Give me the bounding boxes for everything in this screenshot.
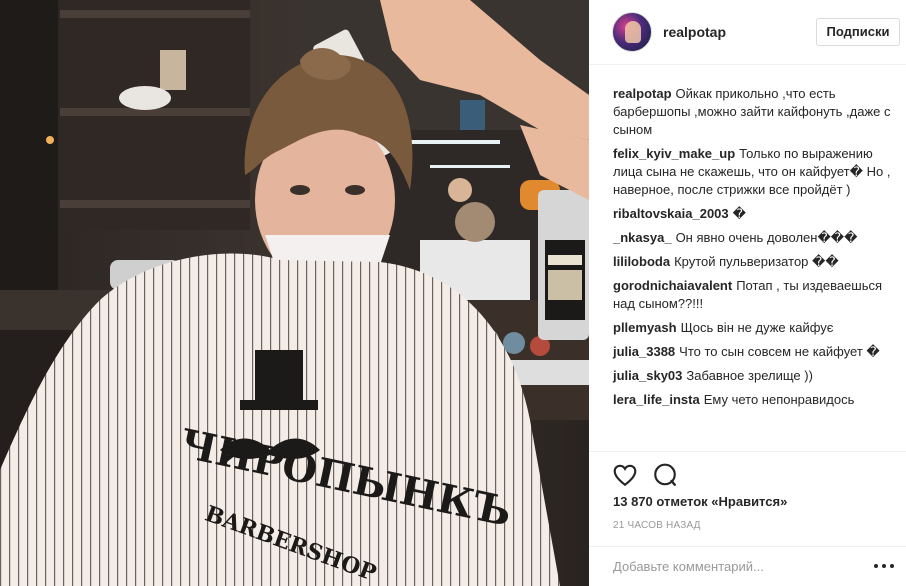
comment-item: _nkasya_ Он явно очень доволен��� [613,229,893,247]
post-side-panel: realpotap Подписки realpotap Ойкак прикол… [589,0,906,586]
comment-username[interactable]: julia_3388 [613,344,675,359]
comment-item: realpotap Ойкак прикольно ,что есть барбе… [613,85,893,139]
header-username[interactable]: realpotap [663,24,726,40]
comment-username[interactable]: julia_sky03 [613,368,682,383]
barbershop-photo-illustration: ЧИРОПЫНКЪ BARBERSHOP [0,0,589,586]
comment-item: gorodnichaiavalent Потап , ты издеваешься… [613,277,893,313]
comment-username[interactable]: _nkasya_ [613,230,672,245]
comment-bubble-icon[interactable] [652,462,678,488]
post-photo[interactable]: ЧИРОПЫНКЪ BARBERSHOP [0,0,589,586]
comment-item: felix_kyiv_make_up Только по выражению ли… [613,145,893,199]
following-button[interactable]: Подписки [816,18,900,46]
comment-username[interactable]: gorodnichaiavalent [613,278,732,293]
comment-username[interactable]: pllemyash [613,320,677,335]
avatar[interactable] [612,12,652,52]
comment-username[interactable]: realpotap [613,86,672,101]
comment-item: julia_3388 Что то сын совсем не кайфует � [613,343,893,361]
comment-text: Крутой пульверизатор �� [674,254,839,269]
comment-item: ribaltovskaia_2003 � [613,205,893,223]
comment-item: lililoboda Крутой пульверизатор �� [613,253,893,271]
post-header: realpotap Подписки [589,0,906,65]
comment-item: lera_life_insta Ему чето непонравидось [613,391,893,409]
comment-text: Он явно очень доволен��� [675,230,858,245]
comment-item: julia_sky03 Забавное зрелище )) [613,367,893,385]
heart-outline-icon[interactable] [612,462,638,488]
comment-text: Щось він не дуже кайфує [680,320,834,335]
post-timestamp[interactable]: 21 ЧАСОВ НАЗАД [613,520,701,531]
comment-text: Забавное зрелище )) [686,368,813,383]
add-comment-section [589,546,906,586]
post-actions [589,451,906,495]
comment-item: pllemyash Щось він не дуже кайфує [613,319,893,337]
likes-count[interactable]: 13 870 отметок «Нравится» [613,494,787,509]
comment-text: Что то сын совсем не кайфует � [679,344,880,359]
comments-list: realpotap Ойкак прикольно ,что есть барбе… [613,85,893,415]
comment-username[interactable]: felix_kyiv_make_up [613,146,735,161]
comment-username[interactable]: lera_life_insta [613,392,700,407]
comment-text: � [732,206,746,221]
comment-username[interactable]: lililoboda [613,254,670,269]
comment-text: Ему чето непонравидось [703,392,855,407]
more-options-icon[interactable] [874,559,894,573]
add-comment-input[interactable] [613,555,853,577]
comment-username[interactable]: ribaltovskaia_2003 [613,206,729,221]
